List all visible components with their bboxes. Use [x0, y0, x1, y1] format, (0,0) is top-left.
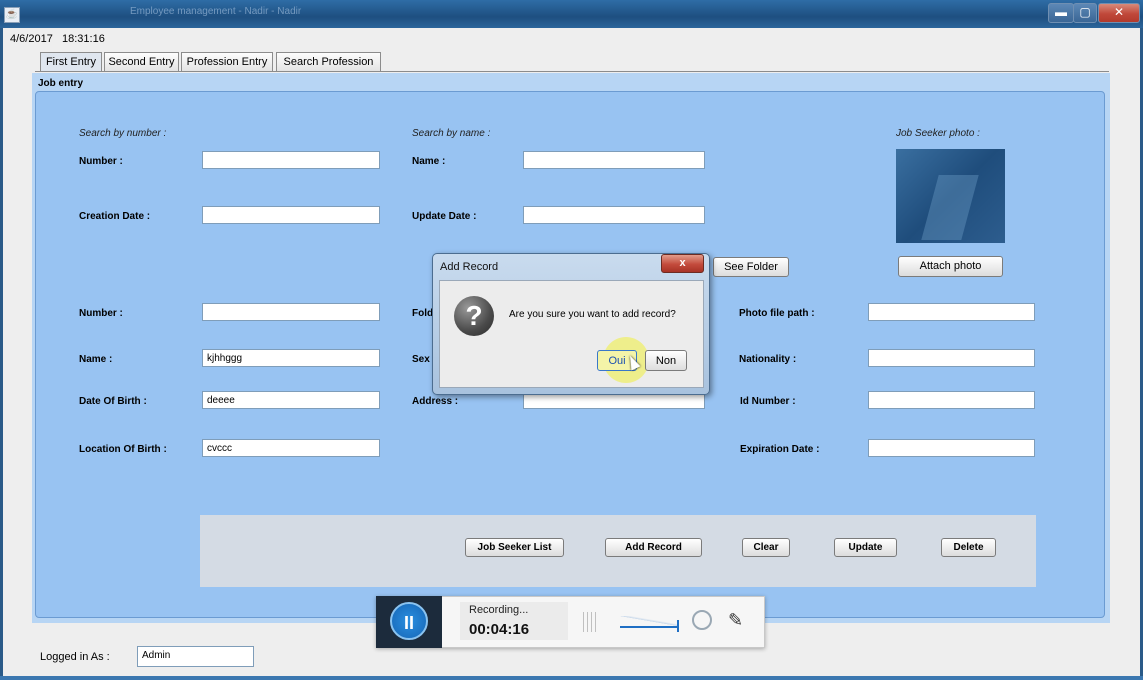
taskbar-edge: [0, 676, 1143, 680]
java-app-icon: ☕: [4, 7, 20, 23]
volume-ramp: [620, 616, 678, 626]
dob-input[interactable]: deeee: [202, 391, 380, 409]
maximize-button[interactable]: ▢: [1073, 3, 1097, 23]
sex-label: Sex: [412, 354, 430, 365]
location-birth-input[interactable]: cvccc: [202, 439, 380, 457]
see-folder-button[interactable]: See Folder: [713, 257, 789, 277]
photo-path-input[interactable]: [868, 303, 1035, 321]
number-input[interactable]: [202, 303, 380, 321]
address-label: Address :: [412, 396, 459, 407]
nationality-label: Nationality :: [739, 354, 797, 365]
name-search-label: Name :: [412, 156, 446, 167]
tab-search-profession[interactable]: Search Profession: [276, 52, 381, 72]
pause-icon[interactable]: II: [390, 602, 428, 640]
update-date-label: Update Date :: [412, 211, 477, 222]
question-icon: ?: [454, 296, 494, 336]
clear-button[interactable]: Clear: [742, 538, 790, 557]
id-number-input[interactable]: [868, 391, 1035, 409]
window-title: Employee management - Nadir - Nadir: [130, 6, 302, 17]
dialog-message: Are you sure you want to add record?: [509, 309, 676, 320]
webcam-icon[interactable]: [692, 610, 712, 630]
number-label: Number :: [79, 308, 123, 319]
update-button[interactable]: Update: [834, 538, 897, 557]
expiration-label: Expiration Date :: [740, 444, 820, 455]
panel-title: Job entry: [38, 78, 84, 89]
search-by-number-heading: Search by number :: [79, 128, 167, 139]
nationality-input[interactable]: [868, 349, 1035, 367]
number-search-label: Number :: [79, 156, 123, 167]
id-number-label: Id Number :: [740, 396, 796, 407]
audio-level-icon: [583, 612, 599, 632]
logged-in-label: Logged in As :: [40, 651, 110, 663]
volume-slider[interactable]: [620, 626, 678, 628]
search-by-name-heading: Search by name :: [412, 128, 491, 139]
tab-first-entry[interactable]: First Entry: [40, 52, 102, 72]
recording-status: Recording...: [469, 604, 529, 616]
creation-date-label: Creation Date :: [79, 211, 151, 222]
tab-profession-entry[interactable]: Profession Entry: [181, 52, 273, 72]
name-label: Name :: [79, 354, 113, 365]
delete-button[interactable]: Delete: [941, 538, 996, 557]
volume-slider-handle[interactable]: [677, 620, 679, 632]
name-input[interactable]: kjhhggg: [202, 349, 380, 367]
dialog-close-button[interactable]: x: [661, 254, 704, 273]
datetime-display: 4/6/2017 18:31:16: [10, 33, 105, 45]
tab-divider: [35, 71, 1109, 72]
minimize-button[interactable]: ▬: [1048, 3, 1074, 23]
pencil-icon[interactable]: ✎: [728, 610, 748, 630]
dialog-no-button[interactable]: Non: [645, 350, 687, 371]
update-date-input[interactable]: [523, 206, 705, 224]
job-seeker-list-button[interactable]: Job Seeker List: [465, 538, 564, 557]
add-record-button[interactable]: Add Record: [605, 538, 702, 557]
recording-timer: 00:04:16: [469, 621, 530, 638]
photo-path-label: Photo file path :: [739, 308, 815, 319]
name-search-input[interactable]: [523, 151, 705, 169]
dialog-title: Add Record: [440, 261, 499, 273]
close-window-button[interactable]: ✕: [1098, 3, 1140, 23]
number-search-input[interactable]: [202, 151, 380, 169]
folder-label: Fold: [412, 308, 434, 319]
photo-heading: Job Seeker photo :: [896, 128, 980, 139]
creation-date-input[interactable]: [202, 206, 380, 224]
dob-label: Date Of Birth :: [79, 396, 147, 407]
logged-in-user-field: Admin: [137, 646, 254, 667]
tab-second-entry[interactable]: Second Entry: [104, 52, 179, 72]
expiration-input[interactable]: [868, 439, 1035, 457]
location-birth-label: Location Of Birth :: [79, 444, 167, 455]
attach-photo-button[interactable]: Attach photo: [898, 256, 1003, 277]
